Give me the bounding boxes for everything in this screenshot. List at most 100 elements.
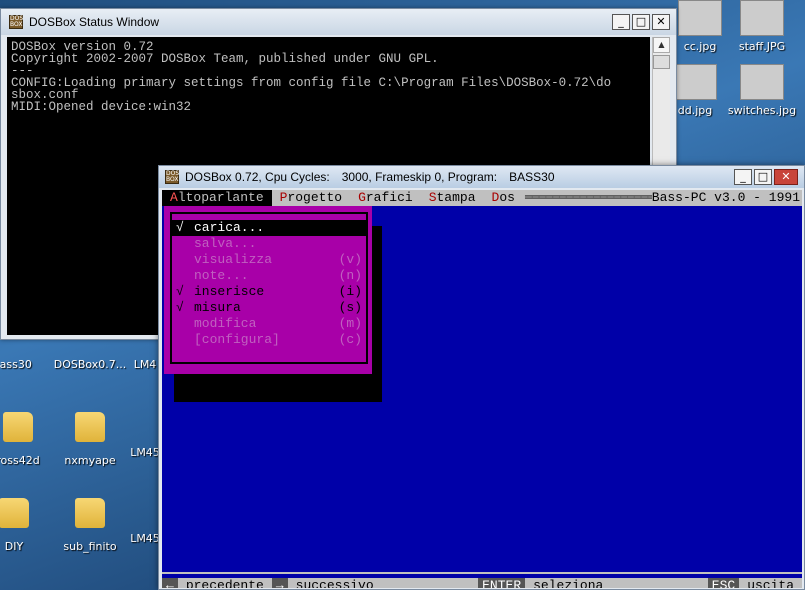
hint-uscita: uscita: [747, 578, 795, 588]
menu-item-label: carica...: [194, 220, 265, 235]
altoparlante-dropdown-menu: √ carica... salva... visualizza (v) note…: [164, 206, 372, 374]
hint-precedente: precedente: [185, 578, 264, 588]
desktop-icon-label: switches.jpg: [727, 104, 797, 117]
check-icon: √: [176, 300, 184, 315]
file-icon: [130, 404, 160, 442]
maximize-button[interactable]: □: [754, 169, 772, 185]
menu-stampa[interactable]: Stampa: [421, 190, 484, 206]
dos-screen[interactable]: Altoparlante Progetto Grafici Stampa Dos…: [162, 190, 802, 588]
hint-successivo: successivo: [295, 578, 374, 588]
menu-item-label: note...: [194, 268, 249, 283]
menu-item-label: modifica: [194, 316, 257, 331]
console-line: MIDI:Opened device:win32: [11, 100, 192, 114]
desktop-icon-label: LM45: [130, 532, 160, 545]
title-app: DOSBox 0.72, Cpu Cycles:: [185, 170, 330, 184]
check-icon: [176, 268, 194, 284]
menu-item-modifica: modifica (m): [172, 316, 366, 332]
menu-grafici[interactable]: Grafici: [350, 190, 421, 206]
menu-hotkey: A: [170, 190, 178, 205]
desktop-icon-staff[interactable]: staff.JPG: [722, 0, 802, 53]
menu-item-label: inserisce: [194, 284, 265, 299]
menu-item-shortcut: (s): [338, 300, 362, 315]
menu-item-visualizza: visualizza (v): [172, 252, 366, 268]
desktop-icon-bass30[interactable]: Bass30: [0, 336, 52, 371]
menu-item-shortcut: (i): [338, 284, 362, 299]
image-file-icon: [740, 64, 784, 100]
menu-hotkey: G: [358, 190, 366, 205]
menu-item-note: note... (n): [172, 268, 366, 284]
desktop-icon-label: dd.jpg: [677, 104, 713, 117]
menu-item-salva: salva...: [172, 236, 366, 252]
menu-item-carica[interactable]: √ carica...: [172, 220, 366, 236]
close-button[interactable]: ✕: [774, 169, 798, 185]
status-window-titlebar[interactable]: DOS BOX DOSBox Status Window _ □ ✕: [1, 9, 676, 35]
folder-icon: [3, 412, 33, 450]
title-cycles: 3000, Frameskip 0, Program:: [341, 170, 498, 184]
image-file-icon: [678, 0, 722, 36]
check-icon: [176, 332, 194, 348]
image-file-icon: [673, 64, 717, 100]
menu-item-label: [configura]: [194, 332, 280, 347]
menu-item-label: salva...: [194, 236, 257, 251]
desktop-icon-label: ross42d: [0, 454, 40, 467]
desktop-icon-label: cc.jpg: [683, 40, 717, 53]
minimize-button[interactable]: _: [612, 14, 630, 30]
minimize-button[interactable]: _: [734, 169, 752, 185]
menu-label: rafici: [365, 190, 413, 205]
check-icon: [176, 252, 194, 268]
menu-item-configura: [configura] (c): [172, 332, 366, 348]
menubar-double-line: ════════════════════════: [524, 190, 652, 205]
program-title: Bass-PC v3.0 - 1991: [651, 190, 800, 205]
menu-item-shortcut: [334, 236, 362, 252]
check-icon: √: [176, 284, 184, 299]
console-line: CONFIG:Loading primary settings from con…: [11, 76, 612, 90]
menu-item-inserisce[interactable]: √ inserisce (i): [172, 284, 366, 300]
menu-item-shortcut: [334, 220, 362, 236]
dosbox-window[interactable]: DOS BOX DOSBox 0.72, Cpu Cycles: 3000, Fr…: [158, 165, 805, 590]
desktop-icon-diy[interactable]: DIY: [0, 490, 54, 553]
menu-item-shortcut: (v): [338, 252, 362, 267]
dosbox-app-icon: DOS BOX: [9, 15, 24, 29]
desktop-icon-label: Bass30: [0, 358, 32, 371]
menu-hotkey: S: [428, 190, 437, 205]
desktop-icon-label: DIY: [4, 540, 24, 553]
esc-key: ESC: [707, 578, 740, 588]
scroll-thumb[interactable]: [653, 55, 670, 69]
dos-statusbar: ← precedente → successivo ENTER selezion…: [162, 578, 802, 588]
dosbox-window-titlebar[interactable]: DOS BOX DOSBox 0.72, Cpu Cycles: 3000, Fr…: [159, 166, 804, 188]
menu-label: os: [499, 190, 515, 205]
check-icon: [176, 316, 194, 332]
desktop-icon-label: staff.JPG: [738, 40, 786, 53]
folder-icon: [75, 498, 105, 536]
menu-item-label: visualizza: [194, 252, 273, 267]
check-icon: √: [176, 220, 184, 235]
menu-label: tampa: [436, 190, 476, 205]
desktop-icon-label: LM4: [133, 358, 157, 371]
status-window-title: DOSBox Status Window: [29, 15, 160, 29]
menu-item-shortcut: (n): [338, 268, 362, 283]
enter-key: ENTER: [478, 578, 526, 588]
file-icon: [130, 490, 160, 528]
menu-progetto[interactable]: Progetto: [272, 190, 350, 206]
folder-icon: [75, 412, 105, 450]
menu-item-misura[interactable]: √ misura (s): [172, 300, 366, 316]
check-icon: [176, 236, 194, 252]
image-file-icon: [740, 0, 784, 36]
close-button[interactable]: ✕: [652, 14, 670, 30]
desktop-icon-switches[interactable]: switches.jpg: [722, 64, 802, 117]
console-line: Copyright 2002-2007 DOSBox Team, publish…: [11, 52, 439, 66]
scroll-up-icon[interactable]: ▲: [653, 37, 670, 53]
maximize-button[interactable]: □: [632, 14, 650, 30]
menu-item-shortcut: (m): [338, 316, 362, 331]
hint-seleziona: seleziona: [533, 578, 604, 588]
dosbox-app-icon: DOS BOX: [165, 170, 180, 184]
left-arrow-key: ←: [162, 578, 178, 588]
menu-item-shortcut: (c): [338, 332, 362, 347]
screen-bottom-separator: [162, 572, 802, 574]
menu-label: ltoparlante: [177, 190, 264, 205]
dropdown-frame: √ carica... salva... visualizza (v) note…: [170, 212, 368, 364]
right-arrow-key: →: [271, 578, 288, 588]
menu-item-label: misura: [194, 300, 241, 315]
menu-dos[interactable]: Dos: [484, 190, 523, 206]
menu-altoparlante[interactable]: Altoparlante: [162, 190, 272, 206]
